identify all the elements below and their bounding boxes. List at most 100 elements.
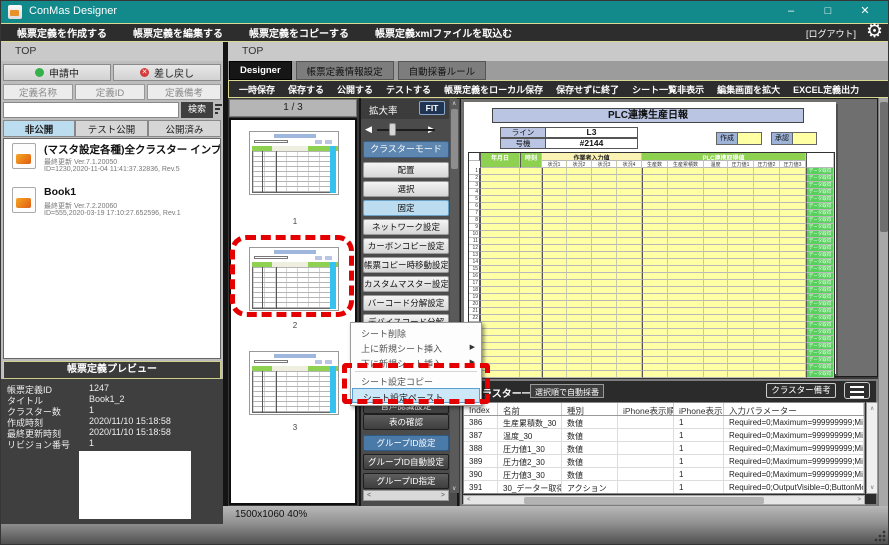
sheet-thumbnail-1[interactable]: [249, 131, 339, 195]
cluster-column-header-4[interactable]: iPhone表示: [674, 403, 724, 415]
context-menu-item-0[interactable]: シート削除: [351, 325, 481, 340]
search-input[interactable]: [3, 102, 179, 118]
list-item[interactable]: (マスタ設定各種)全クラスター インプットサン最終更新 Ver.7.1.2005…: [4, 139, 220, 183]
tab-2[interactable]: 自動採番ルール: [398, 61, 487, 80]
toolbar-item-8[interactable]: EXCEL定義出力: [793, 83, 859, 96]
approve-label-cell[interactable]: 承認: [771, 132, 793, 145]
sheet-cell: [592, 252, 617, 259]
table-row[interactable]: 39130_データー取得アクション1Required=0;OutputVisib…: [464, 481, 864, 494]
canvas-vscrollbar[interactable]: [878, 98, 888, 506]
sheet-thumbnail-2[interactable]: [249, 247, 339, 311]
tool-button-4[interactable]: カーボンコピー設定: [363, 238, 449, 254]
status-button-0[interactable]: 申請中: [3, 64, 111, 81]
hamburger-menu-icon[interactable]: [844, 382, 870, 399]
toolbar-item-3[interactable]: テストする: [386, 83, 431, 96]
left-tab-0[interactable]: 非公開: [3, 120, 75, 137]
sheet-cell: [728, 245, 754, 252]
filter-field-1[interactable]: 定義ID: [75, 84, 145, 100]
cluster-column-header-5[interactable]: 入力パラメーター: [724, 403, 864, 415]
table-row[interactable]: 390圧力値3_30数値1Required=0;Maximum=99999999…: [464, 468, 864, 481]
sheet-cell: [754, 210, 780, 217]
tool-button-3[interactable]: ネットワーク設定: [363, 219, 449, 235]
tab-1[interactable]: 帳票定義情報設定: [296, 61, 394, 80]
cluster-column-header-1[interactable]: 名前: [498, 403, 562, 415]
sheet-cell: データ取得: [806, 182, 834, 189]
sheet-cell: [542, 252, 567, 259]
filter-field-0[interactable]: 定義名称: [3, 84, 73, 100]
sheet-canvas[interactable]: PLC連携生産日報 ライン L3 号機 #2144 作成 承認 年月日時刻作業者…: [464, 102, 836, 374]
preview-field-value: 1: [89, 405, 94, 415]
context-menu-item-3[interactable]: シート設定コピー: [351, 373, 481, 388]
slider-thumb[interactable]: [389, 123, 396, 136]
sort-icon[interactable]: [215, 104, 222, 116]
context-menu-item-1[interactable]: 上に新規シート挿入▶: [351, 340, 481, 355]
cluster-column-header-2[interactable]: 種別: [562, 403, 618, 415]
tool-button-2[interactable]: 固定: [363, 200, 449, 216]
menu-item-2[interactable]: 帳票定義をコピーする: [249, 25, 349, 40]
table-row[interactable]: 387温度_30数値1Required=0;Maximum=999999999;…: [464, 429, 864, 442]
toolbar-item-1[interactable]: 保存する: [288, 83, 324, 96]
toolbar-item-7[interactable]: 編集画面を拡大: [717, 83, 780, 96]
sheet-thumbnail-3[interactable]: [249, 351, 339, 415]
line-value-cell[interactable]: L3: [546, 127, 638, 138]
tool-button-6[interactable]: カスタムマスター設定: [363, 276, 449, 292]
table-row[interactable]: 386生産累積数_30数値1Required=0;Maximum=9999999…: [464, 416, 864, 429]
cluster-mode-button[interactable]: クラスターモード: [363, 141, 449, 158]
machine-value-cell[interactable]: #2144: [546, 138, 638, 149]
approve-value-cell[interactable]: [793, 132, 817, 145]
toolbar-item-2[interactable]: 公開する: [337, 83, 373, 96]
sheet-cell: [754, 245, 780, 252]
close-button[interactable]: ✕: [848, 1, 882, 23]
menu-item-0[interactable]: 帳票定義を作成する: [17, 25, 107, 40]
minimize-button[interactable]: –: [774, 1, 808, 23]
search-button[interactable]: 検索: [181, 102, 213, 118]
tool-dark-button-1[interactable]: 表の確認: [363, 414, 449, 430]
cluster-hscrollbar[interactable]: <>: [463, 495, 865, 505]
filter-field-2[interactable]: 定義備考: [147, 84, 221, 100]
cluster-vscrollbar[interactable]: ∧∨: [866, 402, 878, 494]
tool-button-1[interactable]: 選択: [363, 181, 449, 197]
line-label-cell[interactable]: ライン: [500, 127, 546, 138]
created-value-cell[interactable]: [738, 132, 762, 145]
slider-track[interactable]: [377, 129, 435, 131]
maximize-button[interactable]: □: [811, 1, 845, 23]
status-button-1[interactable]: ✕差し戻し: [113, 64, 221, 81]
fit-button[interactable]: FIT: [419, 101, 445, 115]
tool-dark-button-2[interactable]: グループID設定: [363, 435, 449, 451]
sheet-cell: データ取得: [806, 203, 834, 210]
toolbar-item-5[interactable]: 保存せずに終了: [556, 83, 619, 96]
left-tab-2[interactable]: 公開済み: [148, 120, 221, 137]
context-menu-item-4[interactable]: シート設定ペースト: [352, 388, 480, 403]
tool-dark-button-3[interactable]: グループID自動設定: [363, 454, 449, 470]
tab-0[interactable]: Designer: [229, 61, 292, 80]
resize-grip[interactable]: [873, 529, 887, 543]
menu-item-1[interactable]: 帳票定義を編集する: [133, 25, 223, 40]
cluster-memo-button[interactable]: クラスター備考: [766, 383, 836, 398]
auto-number-button[interactable]: 選択順で自動採番: [530, 384, 604, 398]
sheet-cell: [617, 259, 642, 266]
toolbar-item-0[interactable]: 一時保存: [239, 83, 275, 96]
cluster-column-header-3[interactable]: iPhone表示順: [618, 403, 674, 415]
toolbar-item-6[interactable]: シート一覧非表示: [632, 83, 704, 96]
tool-button-7[interactable]: バーコード分解設定: [363, 295, 449, 311]
tool-button-0[interactable]: 配置: [363, 162, 449, 178]
list-item[interactable]: Book1最終更新 Ver.7.2.20060ID=555,2020-03-19…: [4, 183, 220, 227]
tools-vscrollbar[interactable]: ∧∨: [450, 99, 459, 493]
gear-icon[interactable]: ⚙: [866, 22, 883, 42]
slider-left-arrow-icon[interactable]: ◀: [365, 124, 372, 135]
table-row[interactable]: 389圧力値2_30数値1Required=0;Maximum=99999999…: [464, 455, 864, 468]
context-menu-item-2[interactable]: 下に新規シート挿入▶: [351, 355, 481, 370]
left-tab-1[interactable]: テスト公開: [75, 120, 148, 137]
sheet-title-cell[interactable]: PLC連携生産日報: [492, 108, 804, 123]
sheet-cell: [617, 280, 642, 287]
toolbar-item-4[interactable]: 帳票定義をローカル保存: [444, 83, 543, 96]
tool-button-5[interactable]: 帳票コピー時移動設定: [363, 257, 449, 273]
menu-item-3[interactable]: 帳票定義xmlファイルを取込む: [375, 25, 512, 40]
tool-dark-button-4[interactable]: グループID指定: [363, 473, 449, 489]
created-label-cell[interactable]: 作成: [716, 132, 738, 145]
tools-hscrollbar[interactable]: <>: [363, 490, 449, 501]
sheet-table[interactable]: 年月日時刻作業者入力値状況1状況2状況3状況4PLC連携取得値生産数生産累積数温…: [468, 152, 835, 379]
table-row[interactable]: 388圧力値1_30数値1Required=0;Maximum=99999999…: [464, 442, 864, 455]
logout-link[interactable]: [ログアウト]: [806, 27, 856, 40]
machine-label-cell[interactable]: 号機: [500, 138, 546, 149]
